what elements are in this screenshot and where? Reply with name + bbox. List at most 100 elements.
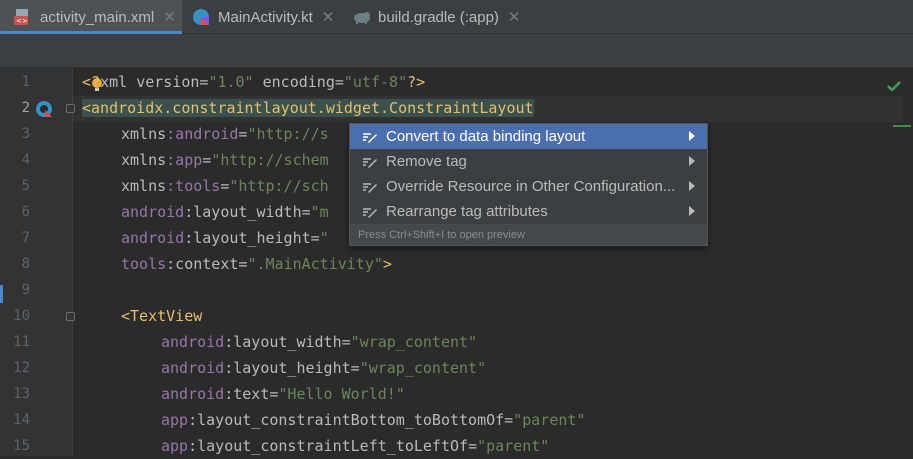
tab-activity-main-xml[interactable]: <> activity_main.xml ✕: [0, 0, 182, 34]
fold-toggle-icon[interactable]: [66, 104, 75, 113]
submenu-arrow-icon: [689, 181, 695, 191]
token: =: [341, 333, 351, 351]
token: :layout_constraintBottom_toBottomOf: [188, 411, 505, 429]
token: app: [161, 411, 189, 429]
menu-item-convert-to-data-binding[interactable]: Convert to data binding layout: [350, 124, 707, 149]
token: ": [319, 229, 329, 247]
line-number: 3: [21, 126, 30, 142]
close-tab-icon[interactable]: ✕: [163, 8, 176, 26]
token: "Hello World!": [278, 385, 405, 403]
line-number: 4: [21, 152, 30, 168]
xml-file-icon: <>: [14, 8, 32, 26]
tab-label: build.gradle (:app): [378, 8, 499, 26]
token: <: [82, 73, 92, 91]
menu-item-rearrange-tag-attributes[interactable]: Rearrange tag attributes: [350, 199, 707, 224]
submenu-arrow-icon: [689, 131, 695, 141]
token: "wrap_content": [350, 333, 478, 351]
token: xmlns: [121, 177, 167, 195]
line-number: 1: [21, 74, 30, 90]
code-line-1: <?xml version="1.0" encoding="utf-8"?>: [82, 69, 425, 95]
token: :layout_width: [224, 333, 342, 351]
token: android: [121, 203, 185, 221]
gradle-elephant-icon: [352, 8, 370, 26]
intention-pencil-icon: [362, 180, 378, 194]
token: <TextView: [121, 307, 203, 325]
token: xmlns: [121, 151, 167, 169]
token: "m: [310, 203, 329, 221]
tab-label: MainActivity.kt: [218, 8, 313, 26]
token: "wrap_content": [359, 359, 487, 377]
kotlin-activity-gutter-icon[interactable]: [35, 100, 53, 118]
intention-pencil-icon: [362, 155, 378, 169]
token: android: [161, 359, 225, 377]
token: :android: [166, 125, 239, 143]
token: =: [350, 359, 360, 377]
line-number: 13: [13, 386, 30, 402]
line-number: 15: [13, 438, 30, 454]
token: encoding: [253, 73, 335, 91]
token: >: [382, 255, 392, 273]
code-line-14: app:layout_constraintBottom_toBottomOf="…: [161, 407, 585, 433]
token: :context: [166, 255, 239, 273]
menu-item-label: Remove tag: [386, 153, 467, 170]
token: =: [310, 229, 320, 247]
kotlin-file-icon: [192, 8, 210, 26]
token: :app: [166, 151, 203, 169]
line-number: 8: [21, 256, 30, 272]
left-edge-marker: [0, 285, 3, 303]
token: "1.0": [208, 73, 254, 91]
gutter-separator: [72, 68, 73, 456]
code-line-11: android:layout_width="wrap_content": [161, 329, 477, 355]
token: "parent": [513, 411, 586, 429]
code-line-7: android:layout_height=": [121, 225, 329, 251]
token: <androidx.constraintlayout.widget.Constr…: [82, 99, 534, 117]
menu-item-label: Rearrange tag attributes: [386, 203, 548, 220]
token: =: [301, 203, 311, 221]
token: ".MainActivity": [247, 255, 383, 273]
close-tab-icon[interactable]: ✕: [508, 8, 521, 26]
intention-pencil-icon: [362, 205, 378, 219]
fold-toggle-icon[interactable]: [66, 312, 75, 321]
code-line-6: android:layout_width="m: [121, 199, 329, 225]
code-line-4: xmlns:app="http://schem: [121, 147, 329, 173]
toolbar-strip: [0, 34, 913, 68]
line-number: 10: [13, 308, 30, 324]
line-number: 6: [21, 204, 30, 220]
intention-pencil-icon: [362, 130, 378, 144]
token: =: [504, 411, 514, 429]
line-number: 7: [21, 230, 30, 246]
tab-build-gradle[interactable]: build.gradle (:app) ✕: [352, 0, 532, 34]
token: :layout_constraintLeft_toLeftOf: [188, 437, 469, 455]
token: android: [161, 333, 225, 351]
menu-item-label: Convert to data binding layout: [386, 128, 586, 145]
no-problems-check-icon[interactable]: [887, 78, 901, 92]
code-line-13: android:text="Hello World!": [161, 381, 405, 407]
close-tab-icon[interactable]: ✕: [322, 8, 335, 26]
token: app: [161, 437, 189, 455]
line-number: 9: [21, 282, 30, 298]
tab-label: activity_main.xml: [40, 8, 155, 26]
submenu-arrow-icon: [689, 206, 695, 216]
token: "http://sch: [229, 177, 329, 195]
menu-item-label: Override Resource in Other Configuration…: [386, 178, 676, 195]
token: :layout_height: [224, 359, 351, 377]
token: version: [136, 73, 200, 91]
token: android: [121, 229, 185, 247]
token: :layout_width: [184, 203, 302, 221]
line-number: 11: [13, 334, 30, 350]
line-number: 2: [21, 100, 30, 116]
token: ?: [91, 73, 101, 91]
line-number: 12: [13, 360, 30, 376]
token: tools: [121, 255, 167, 273]
tab-mainactivity-kt[interactable]: MainActivity.kt ✕: [192, 0, 342, 34]
menu-item-override-resource[interactable]: Override Resource in Other Configuration…: [350, 174, 707, 199]
token: xml: [100, 73, 137, 91]
submenu-arrow-icon: [689, 156, 695, 166]
token: "parent": [477, 437, 550, 455]
menu-item-remove-tag[interactable]: Remove tag: [350, 149, 707, 174]
svg-text:<>: <>: [16, 17, 28, 25]
intention-actions-popup: Convert to data binding layout Remove ta…: [349, 123, 708, 246]
editor-tab-bar: <> activity_main.xml ✕ MainActivity.kt ✕…: [0, 0, 913, 34]
token: =: [468, 437, 478, 455]
token: =: [334, 73, 344, 91]
